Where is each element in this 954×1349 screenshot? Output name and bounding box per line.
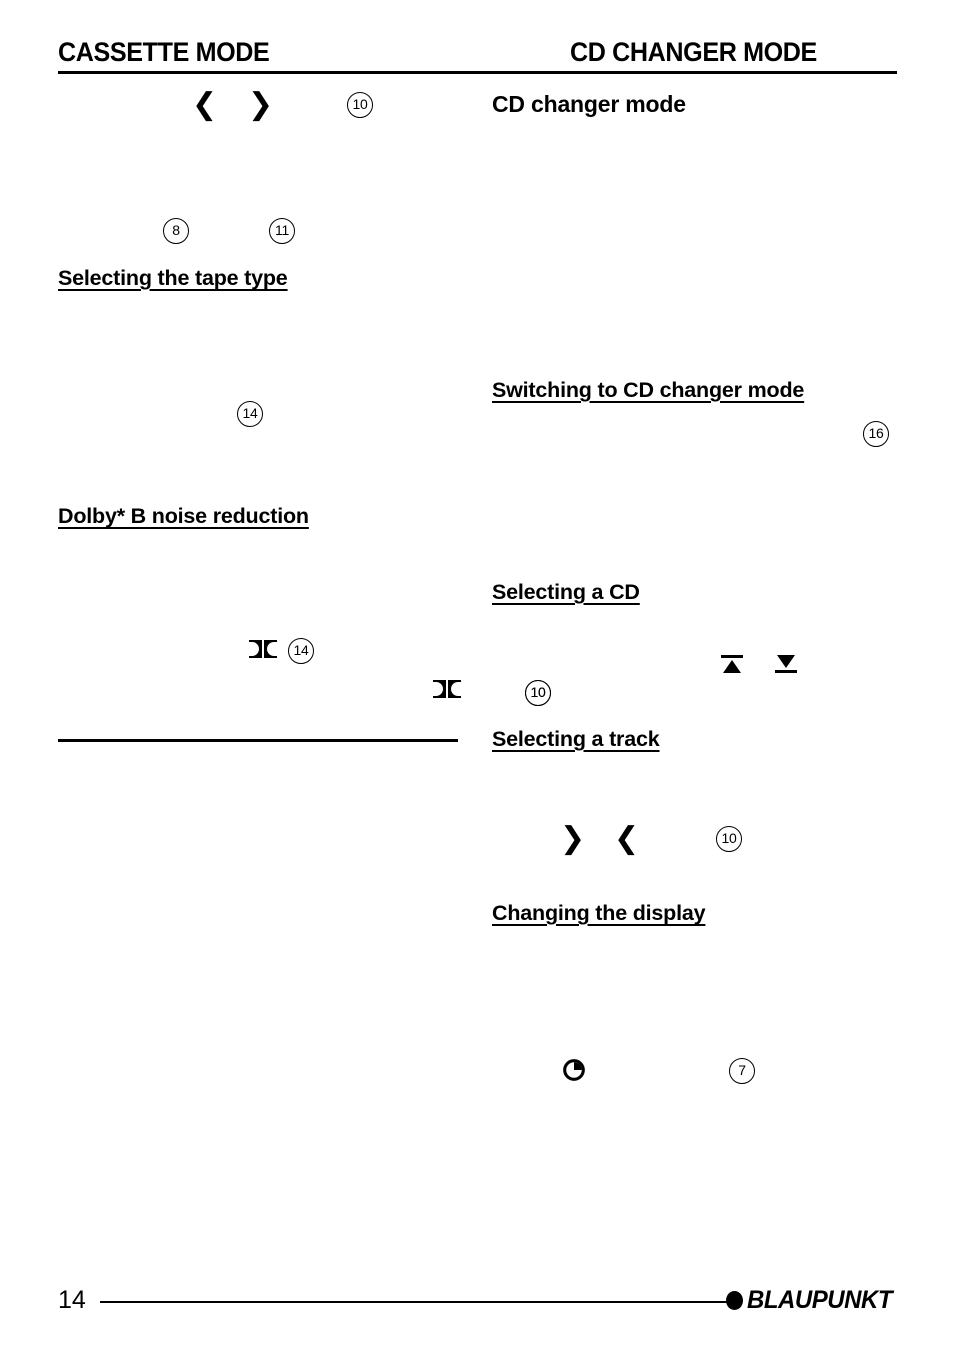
arrow-triangle <box>723 660 741 673</box>
header-title-right: CD CHANGER MODE <box>570 37 817 67</box>
blaupunkt-dot-icon <box>725 1291 743 1310</box>
reference-marker-10: 10 <box>347 92 373 118</box>
clock-icon <box>562 1058 586 1082</box>
reference-marker-11: 11 <box>269 218 295 244</box>
chevron-right-icon[interactable]: ❯ <box>248 90 273 120</box>
header-divider <box>58 71 897 74</box>
heading-switching-to-cd-changer-mode: Switching to CD changer mode <box>492 378 805 402</box>
reference-marker-10-select-cd: 10 <box>525 680 551 706</box>
reference-marker-14-tape-type: 14 <box>237 401 263 427</box>
footer-divider <box>100 1301 730 1303</box>
reference-marker-7: 7 <box>729 1058 755 1084</box>
heading-dolby-b-noise-reduction: Dolby* B noise reduction <box>58 504 309 528</box>
reference-marker-16: 16 <box>863 421 889 447</box>
arrow-triangle <box>777 655 795 668</box>
heading-selecting-a-track: Selecting a track <box>492 727 660 751</box>
dolby-double-d-icon <box>249 640 277 658</box>
arrow-bar <box>775 669 797 673</box>
reference-marker-8: 8 <box>163 218 189 244</box>
brand-logo: BLAUPUNKT <box>725 1286 898 1314</box>
dolby-d-right <box>263 640 277 658</box>
chevron-left-icon-track[interactable]: ❮ <box>614 824 639 854</box>
reference-marker-10-select-track: 10 <box>716 826 742 852</box>
heading-changing-the-display: Changing the display <box>492 901 706 925</box>
heading-cd-changer-mode: CD changer mode <box>492 91 686 117</box>
heading-selecting-a-cd: Selecting a CD <box>492 580 640 604</box>
header-title-left: CASSETTE MODE <box>58 37 270 67</box>
brand-wordmark: BLAUPUNKT <box>746 1286 892 1314</box>
page-number: 14 <box>58 1286 86 1314</box>
arrow-bar <box>721 655 743 659</box>
document-page: CASSETTE MODE CD CHANGER MODE ❮ ❯ 10 8 1… <box>0 0 954 1349</box>
down-bar-arrow-icon[interactable] <box>775 653 797 675</box>
reference-marker-14-dolby: 14 <box>288 638 314 664</box>
footnote-divider <box>58 739 458 742</box>
dolby-d-left <box>433 680 446 698</box>
chevron-left-icon[interactable]: ❮ <box>192 90 217 120</box>
dolby-d-right <box>447 680 461 698</box>
heading-selecting-the-tape-type: Selecting the tape type <box>58 266 288 290</box>
up-bar-arrow-icon[interactable] <box>721 653 743 675</box>
dolby-double-d-icon-secondary <box>433 680 461 698</box>
dolby-d-left <box>249 640 262 658</box>
chevron-right-icon-track[interactable]: ❯ <box>560 824 585 854</box>
